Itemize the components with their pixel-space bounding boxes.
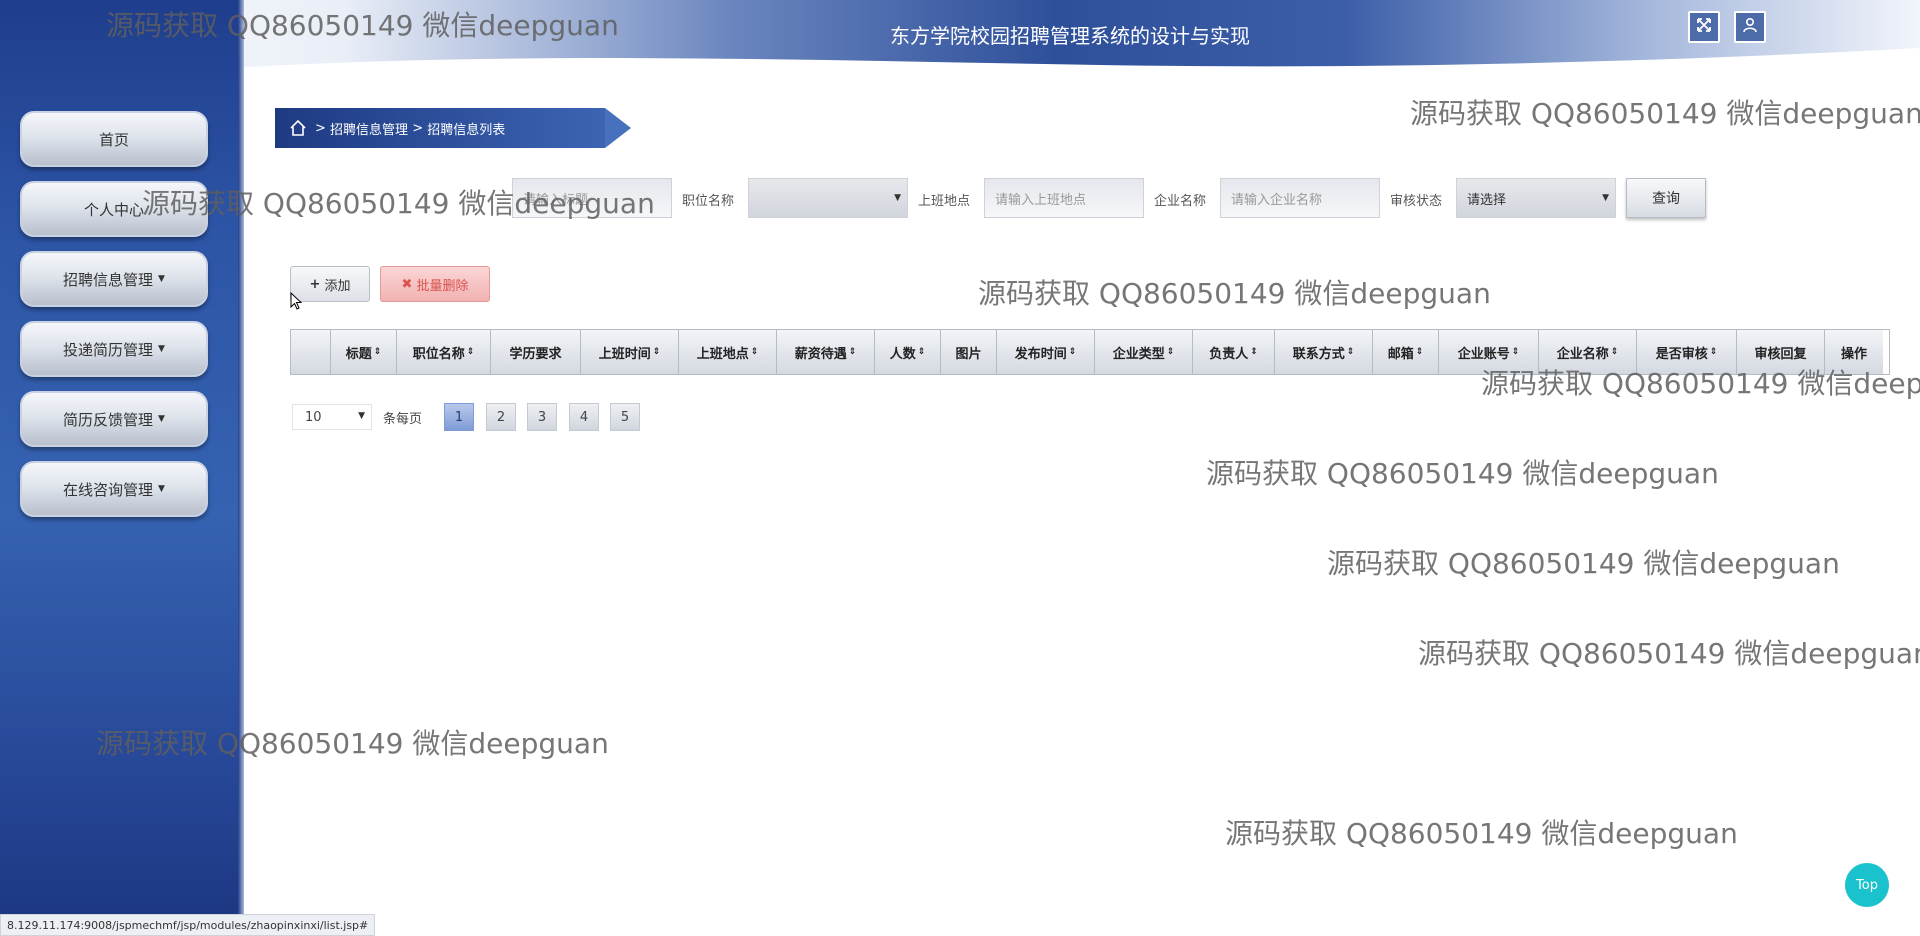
watermark: 源码获取 QQ86050149 微信deepguan [96, 727, 609, 760]
breadcrumb-separator: > [315, 120, 326, 136]
column-header[interactable]: 标题 ⇕ [331, 330, 397, 374]
mouse-cursor-icon [290, 291, 303, 314]
plus-icon: + [309, 276, 321, 292]
sidebar-item-home[interactable]: 首页 [20, 111, 208, 167]
sidebar-item-resume-feedback[interactable]: 简历反馈管理 ▼ [20, 391, 208, 447]
status-bar: 8.129.11.174:9008/jspmechmf/jsp/modules/… [0, 914, 376, 936]
column-header[interactable]: 联系方式 ⇕ [1275, 330, 1373, 374]
sort-icon: ⇕ [750, 347, 759, 357]
sidebar-item-label: 招聘信息管理 [63, 270, 154, 289]
watermark: 源码获取 QQ86050149 微信deepguan [978, 277, 1491, 310]
fullscreen-icon [1696, 17, 1712, 37]
batch-delete-button[interactable]: ✖ 批量删除 [380, 266, 490, 302]
sidebar-item-resume-submit[interactable]: 投递简历管理 ▼ [20, 321, 208, 377]
column-header[interactable]: 上班时间 ⇕ [581, 330, 679, 374]
sort-icon: ⇕ [1511, 347, 1520, 357]
sort-icon: ⇕ [652, 347, 661, 357]
watermark: 源码获取 QQ86050149 微信deepguan [1418, 637, 1920, 670]
chevron-down-icon: ▼ [894, 193, 901, 203]
sidebar-item-consult[interactable]: 在线咨询管理 ▼ [20, 461, 208, 517]
caret-down-icon: ▼ [158, 414, 165, 424]
fullscreen-button[interactable] [1688, 11, 1720, 43]
column-header: 图片 [941, 330, 997, 374]
sidebar-edge [238, 0, 244, 936]
sort-icon: ⇕ [1415, 347, 1424, 357]
company-input[interactable]: 请输入企业名称 [1220, 178, 1380, 218]
sort-icon: ⇕ [1610, 347, 1619, 357]
chevron-down-icon: ▼ [358, 411, 365, 421]
sort-icon: ⇕ [466, 347, 475, 357]
app-title: 东方学院校园招聘管理系统的设计与实现 [890, 24, 1250, 48]
status-label: 审核状态 [1390, 194, 1443, 209]
breadcrumb-level2: 招聘信息列表 [427, 122, 506, 138]
page-button[interactable]: 2 [486, 403, 516, 431]
column-header[interactable]: 上班地点 ⇕ [679, 330, 777, 374]
home-icon[interactable] [289, 119, 307, 137]
page-button[interactable]: 4 [569, 403, 599, 431]
sidebar-item-label: 首页 [98, 130, 129, 149]
add-button-label: 添加 [324, 278, 351, 294]
column-header[interactable]: 邮箱 ⇕ [1373, 330, 1439, 374]
column-header[interactable]: 人数 ⇕ [875, 330, 941, 374]
watermark: 源码获取 QQ86050149 微信deepguan [1206, 457, 1719, 490]
breadcrumb-level1[interactable]: 招聘信息管理 [330, 119, 408, 138]
location-input[interactable]: 请输入上班地点 [984, 178, 1144, 218]
page-button[interactable]: 3 [527, 403, 557, 431]
breadcrumb: > 招聘信息管理 > 招聘信息列表 [275, 108, 605, 148]
sidebar-item-job-info[interactable]: 招聘信息管理 ▼ [20, 251, 208, 307]
page-size-label: 条每页 [383, 412, 423, 427]
column-header: 学历要求 [491, 330, 581, 374]
position-select[interactable]: ▼ [748, 178, 908, 218]
sort-icon: ⇕ [1166, 347, 1175, 357]
position-label: 职位名称 [682, 194, 735, 209]
header-wave-decoration [200, 48, 1920, 100]
caret-down-icon: ▼ [158, 274, 165, 284]
column-header[interactable]: 发布时间 ⇕ [997, 330, 1095, 374]
sidebar-item-label: 在线咨询管理 [63, 480, 154, 499]
back-to-top-button[interactable]: Top [1845, 863, 1889, 907]
sort-icon: ⇕ [1709, 347, 1718, 357]
page-button[interactable]: 5 [610, 403, 640, 431]
column-header[interactable]: 薪资待遇 ⇕ [777, 330, 875, 374]
status-select-value: 请选择 [1467, 192, 1507, 208]
column-header[interactable]: 企业类型 ⇕ [1095, 330, 1193, 374]
page-button[interactable]: 1 [444, 403, 474, 431]
sort-icon: ⇕ [1250, 347, 1258, 357]
breadcrumb-arrow [605, 108, 631, 148]
select-all-checkbox[interactable] [291, 330, 331, 374]
sidebar-item-label: 投递简历管理 [63, 340, 154, 359]
column-header[interactable]: 负责人 ⇕ [1193, 330, 1275, 374]
page-size-select[interactable]: 10 ▼ [292, 404, 372, 430]
page-size-value: 10 [305, 409, 322, 425]
watermark: 源码获取 QQ86050149 微信deepguan [1481, 367, 1920, 400]
user-icon [1742, 17, 1758, 37]
add-button[interactable]: + 添加 [290, 266, 370, 302]
sidebar-item-label: 个人中心 [83, 200, 144, 219]
watermark: 源码获取 QQ86050149 微信deepguan [1327, 547, 1840, 580]
batch-delete-label: 批量删除 [416, 278, 469, 294]
caret-down-icon: ▼ [158, 344, 165, 354]
breadcrumb-separator: > [412, 120, 424, 136]
column-header[interactable]: 职位名称 ⇕ [397, 330, 491, 374]
caret-down-icon: ▼ [158, 484, 165, 494]
watermark: 源码获取 QQ86050149 微信deepguan [142, 187, 655, 220]
status-select[interactable]: 请选择 ▼ [1456, 178, 1616, 218]
sort-icon: ⇕ [373, 347, 382, 357]
user-button[interactable] [1734, 11, 1766, 43]
watermark: 源码获取 QQ86050149 微信deepguan [1225, 817, 1738, 850]
sort-icon: ⇕ [1068, 347, 1077, 357]
sort-icon: ⇕ [917, 347, 926, 357]
search-button[interactable]: 查询 [1626, 178, 1706, 218]
chevron-down-icon: ▼ [1602, 193, 1609, 203]
watermark: 源码获取 QQ86050149 微信deepguan [1410, 97, 1920, 130]
location-label: 上班地点 [918, 194, 971, 209]
sort-icon: ⇕ [1346, 347, 1355, 357]
sidebar-item-label: 简历反馈管理 [63, 410, 154, 429]
close-icon: ✖ [401, 276, 413, 292]
sort-icon: ⇕ [848, 347, 857, 357]
company-label: 企业名称 [1154, 194, 1207, 209]
watermark: 源码获取 QQ86050149 微信deepguan [106, 9, 619, 42]
